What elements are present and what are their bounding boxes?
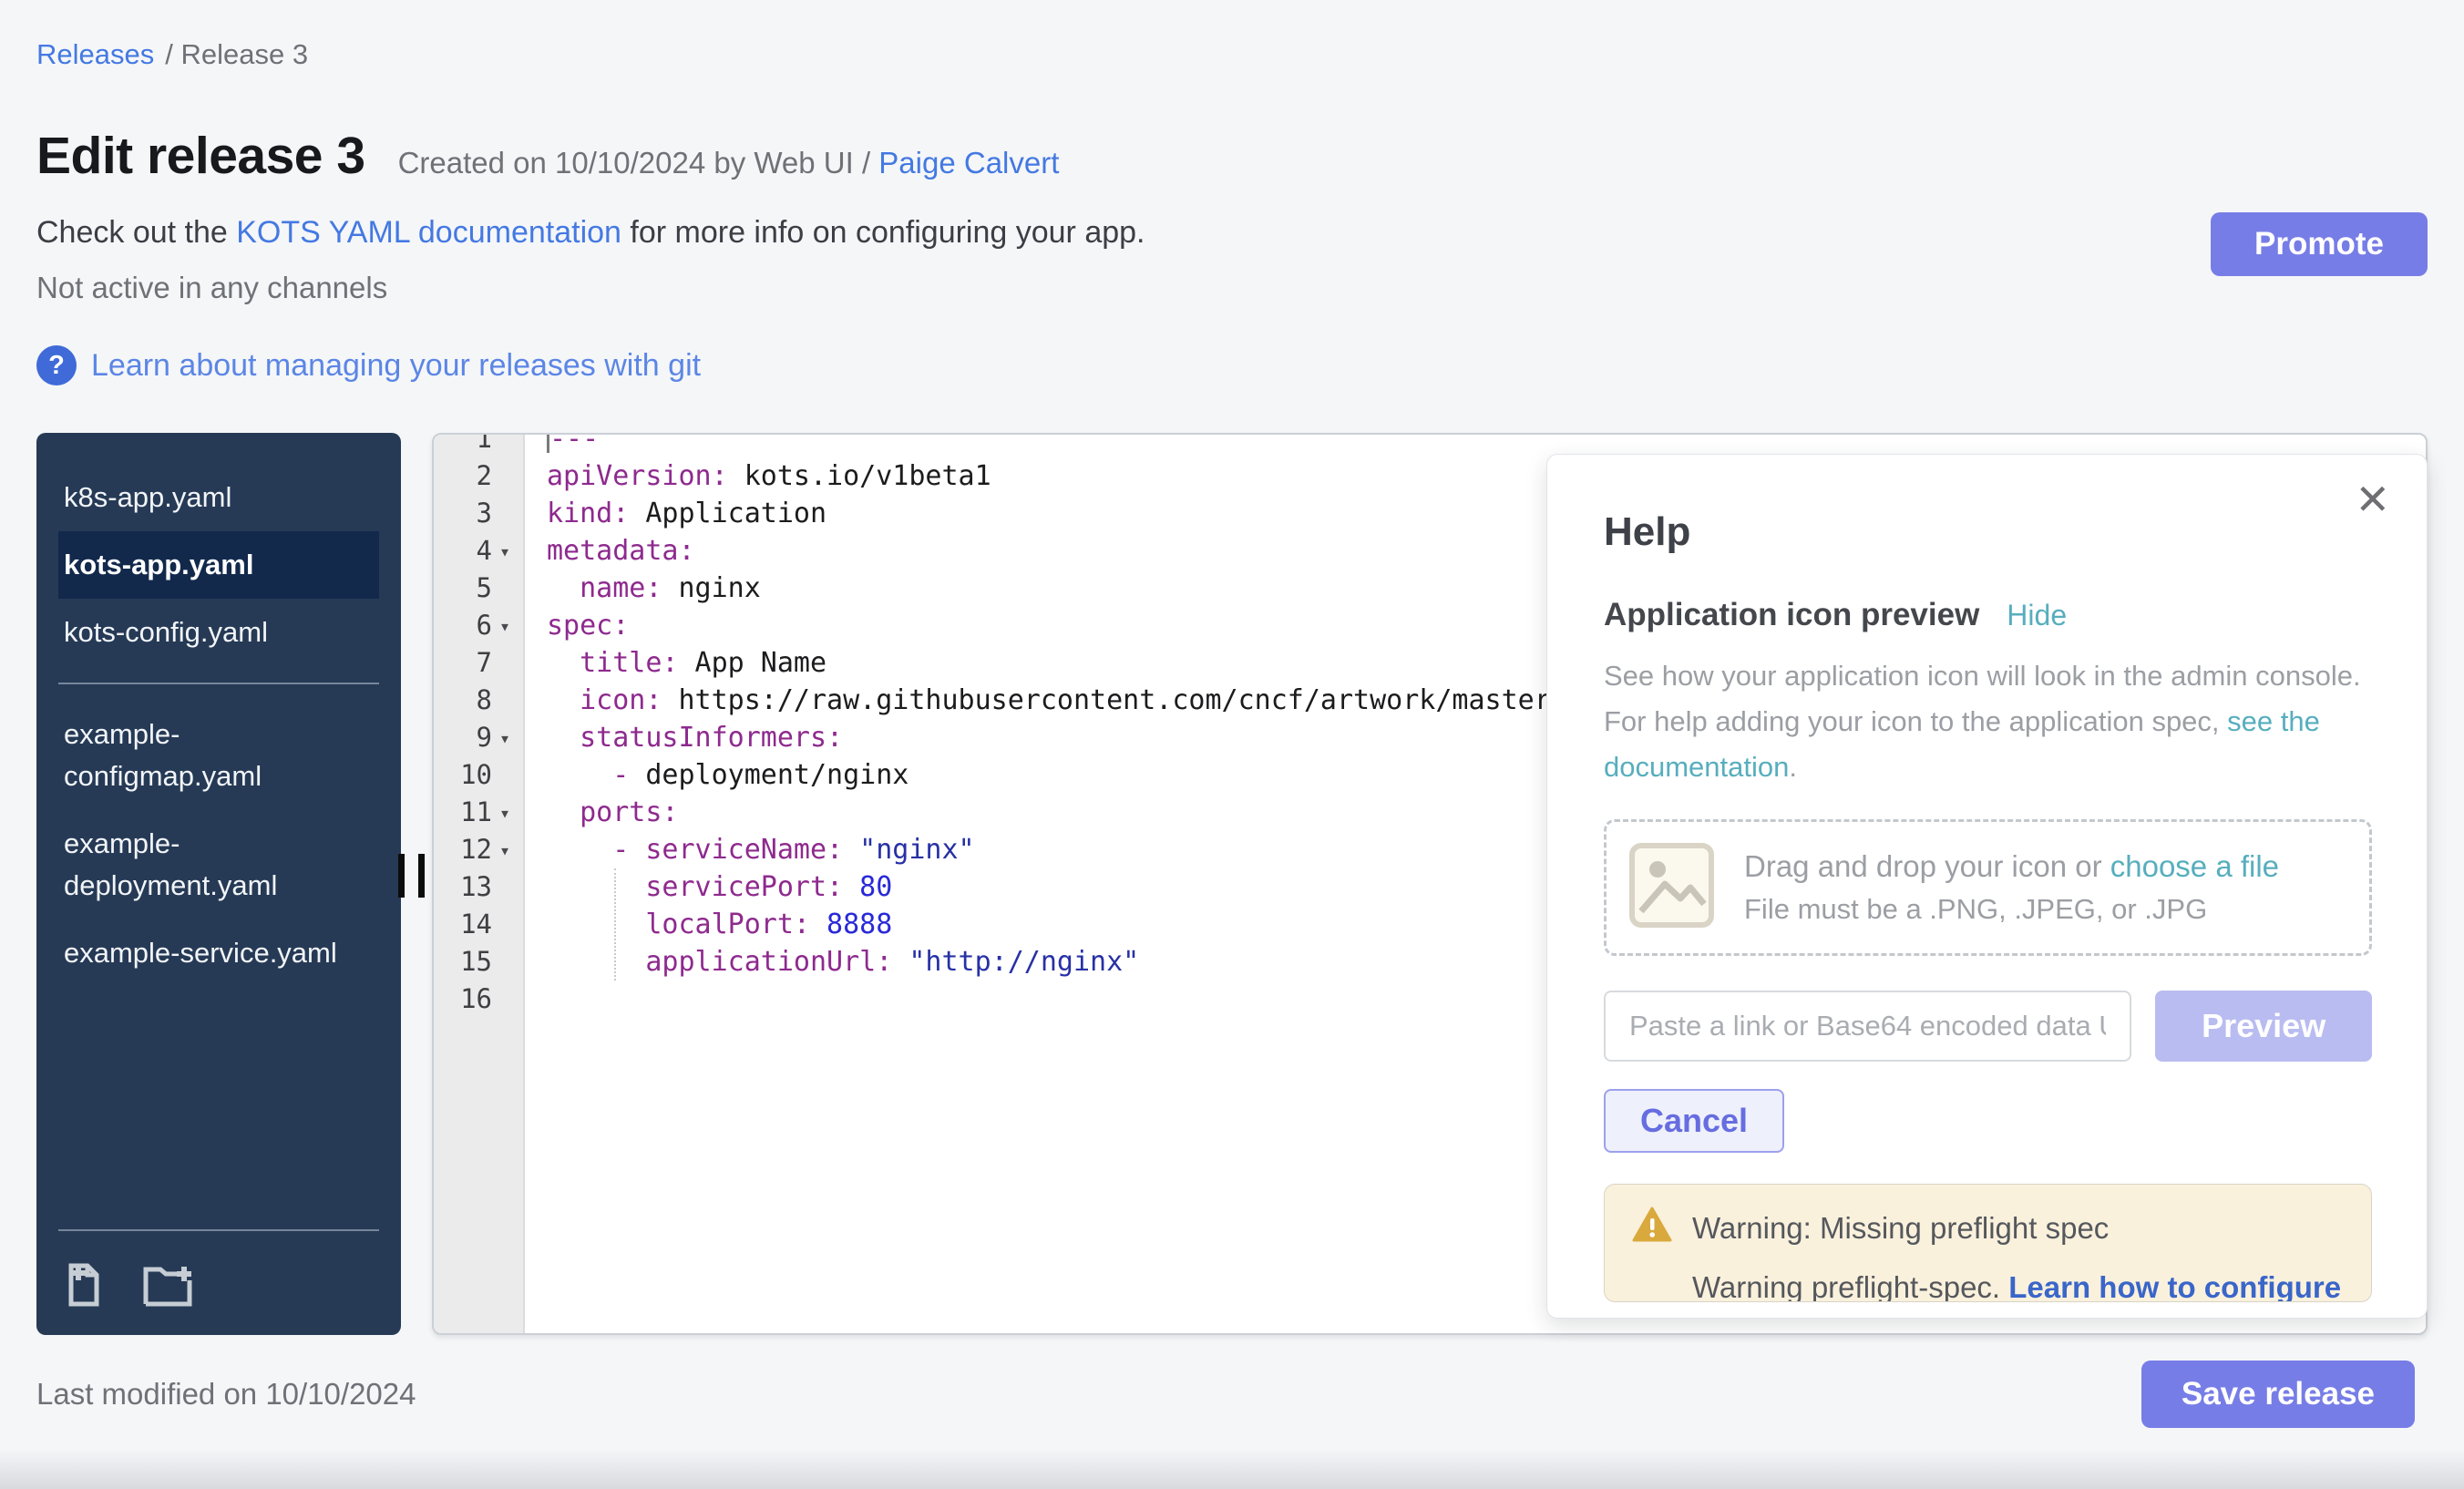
kots-yaml-doc-link[interactable]: KOTS YAML documentation [236, 215, 621, 250]
kots-file-list: k8s-app.yamlkots-app.yamlkots-config.yam… [36, 464, 401, 666]
drop-text: Drag and drop your icon or [1744, 849, 2110, 883]
line-number: 12 [434, 831, 492, 868]
file-list-divider [58, 683, 379, 684]
hide-link[interactable]: Hide [2007, 599, 2067, 632]
line-number: 2 [434, 457, 492, 495]
fold-spacer [492, 570, 525, 607]
sidebar-bottom-divider [58, 1229, 379, 1231]
preflight-warning: Warning: Missing preflight spec Warning … [1604, 1184, 2372, 1302]
sidebar-resize-handle[interactable] [398, 854, 425, 898]
title-row: Edit release 3 Created on 10/10/2024 by … [36, 126, 2428, 186]
line-number: 6 [434, 607, 492, 644]
fold-spacer [492, 943, 525, 981]
icon-preview-title: Application icon preview [1604, 597, 1979, 633]
fold-spacer [492, 682, 525, 719]
description-period: . [1789, 751, 1797, 783]
indent-guide [614, 868, 616, 981]
file-type-note: File must be a .PNG, .JPEG, or .JPG [1744, 893, 2279, 926]
preview-button[interactable]: Preview [2155, 991, 2372, 1062]
icon-preview-section: Application icon preview Hide [1604, 597, 2372, 633]
icon-dropzone[interactable]: Drag and drop your icon or choose a file… [1604, 819, 2372, 956]
footer: Last modified on 10/10/2024 Save release [36, 1361, 2428, 1428]
created-text: Created on 10/10/2024 by Web UI / [398, 146, 879, 180]
file-item[interactable]: kots-config.yaml [58, 599, 379, 666]
dropzone-text: Drag and drop your icon or choose a file… [1744, 849, 2279, 926]
channel-status: Not active in any channels [36, 271, 2428, 305]
fold-arrow-icon[interactable]: ▾ [492, 794, 525, 831]
icon-url-input[interactable] [1604, 991, 2131, 1062]
add-file-icon[interactable] [64, 1262, 106, 1308]
fold-spacer [492, 981, 525, 1018]
choose-file-link[interactable]: choose a file [2110, 849, 2279, 883]
fold-arrow-icon[interactable]: ▾ [492, 719, 525, 756]
question-icon: ? [36, 345, 77, 385]
line-number: 4 [434, 532, 492, 570]
icon-url-row: Preview [1604, 991, 2372, 1062]
promote-button[interactable]: Promote [2211, 212, 2428, 276]
breadcrumb: Releases / Release 3 [36, 38, 2428, 71]
fold-spacer [492, 644, 525, 682]
file-item[interactable]: k8s-app.yaml [58, 464, 379, 531]
image-placeholder-icon [1628, 842, 1715, 933]
fold-spacer [492, 495, 525, 532]
created-author-link[interactable]: Paige Calvert [878, 146, 1059, 180]
git-releases-link[interactable]: Learn about managing your releases with … [91, 348, 701, 384]
cancel-button[interactable]: Cancel [1604, 1089, 1784, 1153]
doc-suffix: for more info on configuring your app. [621, 215, 1145, 250]
line-number: 11 [434, 794, 492, 831]
warning-detail-text: Warning preflight-spec. [1692, 1270, 2008, 1302]
example-file-list: example-configmap.yamlexample-deployment… [36, 701, 401, 987]
fold-spacer [492, 906, 525, 943]
fold-spacer [492, 433, 525, 457]
add-folder-icon[interactable] [142, 1262, 193, 1308]
line-number: 7 [434, 644, 492, 682]
line-number: 15 [434, 943, 492, 981]
line-number: 10 [434, 756, 492, 794]
breadcrumb-releases-link[interactable]: Releases [36, 38, 154, 71]
configure-preflight-link[interactable]: Learn how to configure [2008, 1270, 2341, 1302]
help-title: Help [1604, 509, 2372, 555]
line-number: 5 [434, 570, 492, 607]
fold-spacer [492, 756, 525, 794]
release-editor-page: Releases / Release 3 Edit release 3 Crea… [0, 0, 2464, 1489]
fold-arrow-icon[interactable]: ▾ [492, 532, 525, 570]
last-modified: Last modified on 10/10/2024 [36, 1377, 416, 1412]
main-editor-area: k8s-app.yamlkots-app.yamlkots-config.yam… [36, 433, 2428, 1335]
warning-icon [1632, 1207, 1672, 1250]
sidebar-bottom [36, 1213, 401, 1335]
fold-spacer [492, 457, 525, 495]
page-title: Edit release 3 [36, 126, 365, 186]
doc-line: Check out the KOTS YAML documentation fo… [36, 215, 2428, 251]
fold-spacer [492, 868, 525, 906]
save-release-button[interactable]: Save release [2141, 1361, 2415, 1428]
line-number: 1 [434, 433, 492, 457]
line-number: 13 [434, 868, 492, 906]
icon-preview-description: See how your application icon will look … [1604, 653, 2372, 790]
created-info: Created on 10/10/2024 by Web UI / Paige … [398, 146, 1060, 180]
line-number: 8 [434, 682, 492, 719]
git-help-row: ? Learn about managing your releases wit… [36, 345, 2428, 385]
file-sidebar: k8s-app.yamlkots-app.yamlkots-config.yam… [36, 433, 401, 1335]
file-item[interactable]: kots-app.yaml [58, 531, 379, 599]
close-icon[interactable]: ✕ [2355, 478, 2390, 520]
line-number: 14 [434, 906, 492, 943]
breadcrumb-current: / Release 3 [165, 38, 308, 71]
line-number: 3 [434, 495, 492, 532]
help-panel: ✕ Help Application icon preview Hide See… [1546, 454, 2428, 1319]
fold-arrow-icon[interactable]: ▾ [492, 831, 525, 868]
file-item[interactable]: example-service.yaml [58, 919, 379, 987]
line-number: 9 [434, 719, 492, 756]
line-number: 16 [434, 981, 492, 1018]
file-item[interactable]: example-configmap.yaml [58, 701, 379, 810]
doc-prefix: Check out the [36, 215, 236, 250]
fold-arrow-icon[interactable]: ▾ [492, 607, 525, 644]
warning-text: Warning: Missing preflight spec [1692, 1211, 2109, 1246]
file-item[interactable]: example-deployment.yaml [58, 810, 379, 919]
